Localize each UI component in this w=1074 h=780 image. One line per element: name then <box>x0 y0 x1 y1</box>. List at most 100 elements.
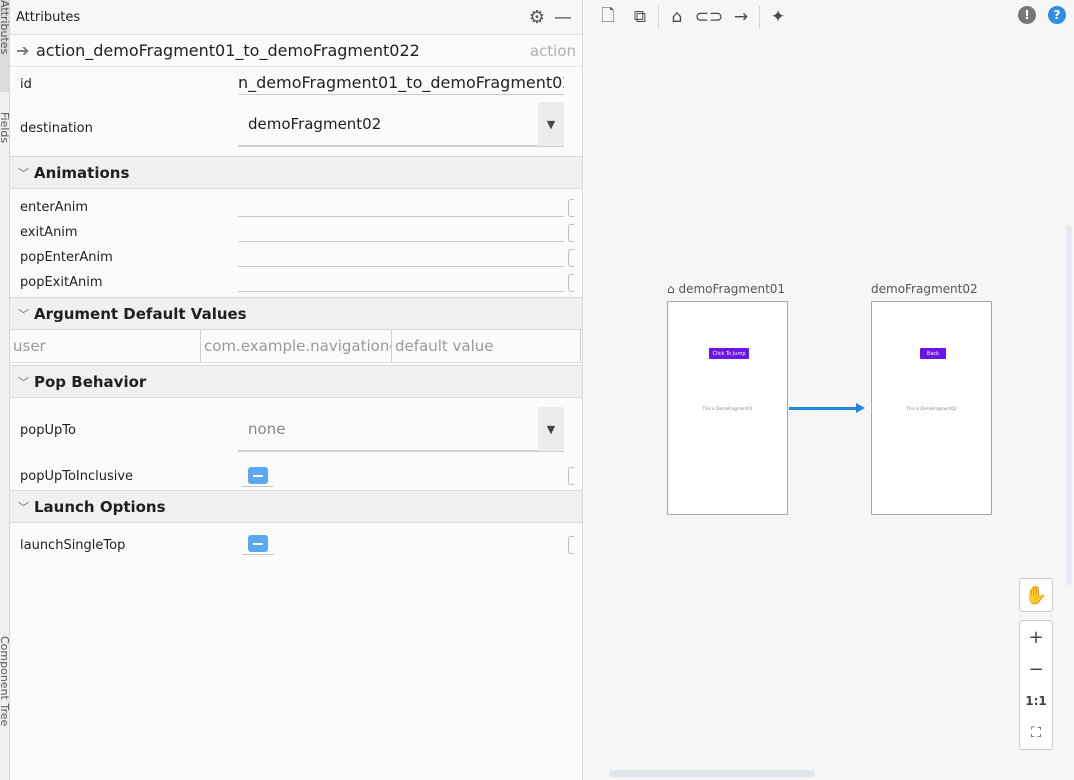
tool-window-strip: Attributes Fields Component Tree <box>0 0 10 780</box>
section-title: Argument Default Values <box>34 304 247 323</box>
picker-icon[interactable] <box>568 273 574 292</box>
fragment1-preview[interactable]: Click To Jump This is DemoFragment01 <box>667 301 788 515</box>
fragment2-button: Back <box>920 348 946 359</box>
argument-row: user com.example.navigationc default val… <box>10 330 582 363</box>
home-icon: ⌂ <box>667 282 675 296</box>
launch-single-top-row: launchSingleTop <box>10 523 582 567</box>
navigation-canvas[interactable]: 🗋 ⧉ ⌂ ⊂⊃ → ✦ ! ? <box>584 0 1074 780</box>
pop-exit-anim-label: popExitAnim <box>20 275 103 290</box>
exit-anim-label: exitAnim <box>20 225 78 240</box>
action-arrow-head <box>856 403 865 413</box>
section-title: Pop Behavior <box>34 372 147 391</box>
actual-size-button[interactable]: 1:1 <box>1019 685 1053 717</box>
toolbar-separator <box>759 6 760 28</box>
launch-single-top-label: launchSingleTop <box>20 537 126 553</box>
chevron-down-icon[interactable]: ▼ <box>538 407 564 451</box>
section-animations[interactable]: ﹀ Animations <box>10 156 582 189</box>
fragment2-preview[interactable]: Back This is DemoFragment02 <box>871 301 992 515</box>
id-input[interactable] <box>238 71 564 95</box>
section-argument-defaults[interactable]: ﹀ Argument Default Values <box>10 297 582 330</box>
arrow-right-icon[interactable]: → <box>725 7 757 27</box>
chevron-down-icon: ﹀ <box>18 375 29 389</box>
anim-row-exit: exitAnim <box>10 220 582 245</box>
destination-dropdown[interactable]: demoFragment02 ▼ <box>238 102 564 147</box>
pop-up-to-row: popUpTo none ▼ <box>10 398 582 462</box>
pan-tool-group: ✋ <box>1019 578 1053 612</box>
home-icon[interactable]: ⌂ <box>661 7 693 27</box>
nested-graph-icon[interactable]: ⧉ <box>624 7 656 27</box>
pop-enter-anim-input[interactable] <box>238 245 564 267</box>
panel-header: Attributes ⚙ — <box>10 0 582 35</box>
canvas-toolbar: 🗋 ⧉ ⌂ ⊂⊃ → ✦ <box>584 0 1074 34</box>
anim-row-enter: enterAnim <box>10 195 582 220</box>
fragment2-label: demoFragment02 <box>871 282 978 296</box>
id-label: id <box>20 76 32 92</box>
arrow-right-icon: ➔ <box>16 41 30 60</box>
argument-name: user <box>10 330 201 362</box>
gear-icon[interactable]: ⚙ <box>524 7 550 28</box>
zoom-out-icon[interactable]: − <box>1019 653 1053 685</box>
link-icon[interactable]: ⊂⊃ <box>693 7 725 27</box>
fit-screen-icon[interactable]: ⛶ <box>1019 717 1053 749</box>
action-name: action_demoFragment01_to_demoFragment022 <box>36 41 420 60</box>
action-arrow-line[interactable] <box>789 407 859 410</box>
picker-icon[interactable] <box>568 248 574 267</box>
anim-row-pop-enter: popEnterAnim <box>10 245 582 270</box>
picker-icon[interactable] <box>568 467 574 485</box>
launch-single-top-checkbox[interactable] <box>248 535 268 552</box>
argument-type: com.example.navigationc <box>201 330 392 362</box>
help-icon[interactable]: ? <box>1048 6 1066 24</box>
destination-value: demoFragment02 <box>248 115 382 133</box>
horizontal-scrollbar[interactable] <box>609 770 815 777</box>
pop-up-to-dropdown[interactable]: none ▼ <box>238 407 564 452</box>
attributes-panel: Attributes ⚙ — ➔ action_demoFragment01_t… <box>10 0 583 780</box>
side-tab-fields[interactable]: Fields <box>0 112 9 172</box>
fragment1-name: demoFragment01 <box>678 282 786 296</box>
section-launch-options[interactable]: ﹀ Launch Options <box>10 490 582 523</box>
picker-icon[interactable] <box>568 198 574 217</box>
pop-exit-anim-input[interactable] <box>238 270 564 292</box>
destination-row: destination demoFragment02 ▼ <box>10 101 582 156</box>
minimize-icon[interactable]: — <box>550 7 576 28</box>
canvas-status-icons: ! ? <box>1018 6 1066 24</box>
launch-single-top-checkbox-wrap <box>242 533 274 555</box>
fragment1-button: Click To Jump <box>709 348 749 359</box>
picker-icon[interactable] <box>568 536 574 554</box>
pop-up-to-inclusive-row: popUpToInclusive <box>10 462 582 490</box>
fragment1-label: ⌂ demoFragment01 <box>667 282 785 296</box>
chevron-down-icon[interactable]: ▼ <box>538 102 564 146</box>
fragment2-text: This is DemoFragment02 <box>906 406 957 411</box>
pop-up-to-inclusive-checkbox[interactable] <box>248 467 268 484</box>
side-tab-attributes[interactable]: Attributes <box>0 0 9 92</box>
id-row: id <box>10 67 582 101</box>
toolbar-separator <box>658 6 659 28</box>
pop-up-to-inclusive-label: popUpToInclusive <box>20 468 134 484</box>
auto-arrange-icon[interactable]: ✦ <box>762 7 794 27</box>
side-tab-component-tree[interactable]: Component Tree <box>0 636 9 756</box>
anim-row-pop-exit: popExitAnim <box>10 270 582 295</box>
chevron-down-icon: ﹀ <box>18 500 29 514</box>
hand-icon[interactable]: ✋ <box>1019 579 1053 611</box>
action-kind: action <box>529 41 576 60</box>
chevron-down-icon: ﹀ <box>18 166 29 180</box>
fragment1-text: This is DemoFragment01 <box>702 406 753 411</box>
exit-anim-input[interactable] <box>238 220 564 242</box>
section-title: Animations <box>34 163 130 182</box>
pop-up-to-value: none <box>248 420 286 438</box>
section-title: Launch Options <box>34 497 166 516</box>
enter-anim-label: enterAnim <box>20 200 89 215</box>
picker-icon[interactable] <box>568 223 574 242</box>
pop-up-to-label: popUpTo <box>20 422 76 438</box>
panel-title: Attributes <box>16 9 81 25</box>
new-destination-icon[interactable]: 🗋 <box>592 3 624 32</box>
selected-action-row: ➔ action_demoFragment01_to_demoFragment0… <box>10 35 582 67</box>
pop-enter-anim-label: popEnterAnim <box>20 250 113 265</box>
enter-anim-input[interactable] <box>238 195 564 217</box>
vertical-scrollbar[interactable] <box>1066 225 1072 585</box>
zoom-in-icon[interactable]: + <box>1019 621 1053 653</box>
section-pop-behavior[interactable]: ﹀ Pop Behavior <box>10 365 582 398</box>
warning-icon[interactable]: ! <box>1018 6 1036 24</box>
argument-default-input[interactable]: default value <box>392 330 581 362</box>
zoom-controls: + − 1:1 ⛶ <box>1019 620 1053 750</box>
chevron-down-icon: ﹀ <box>18 307 29 321</box>
